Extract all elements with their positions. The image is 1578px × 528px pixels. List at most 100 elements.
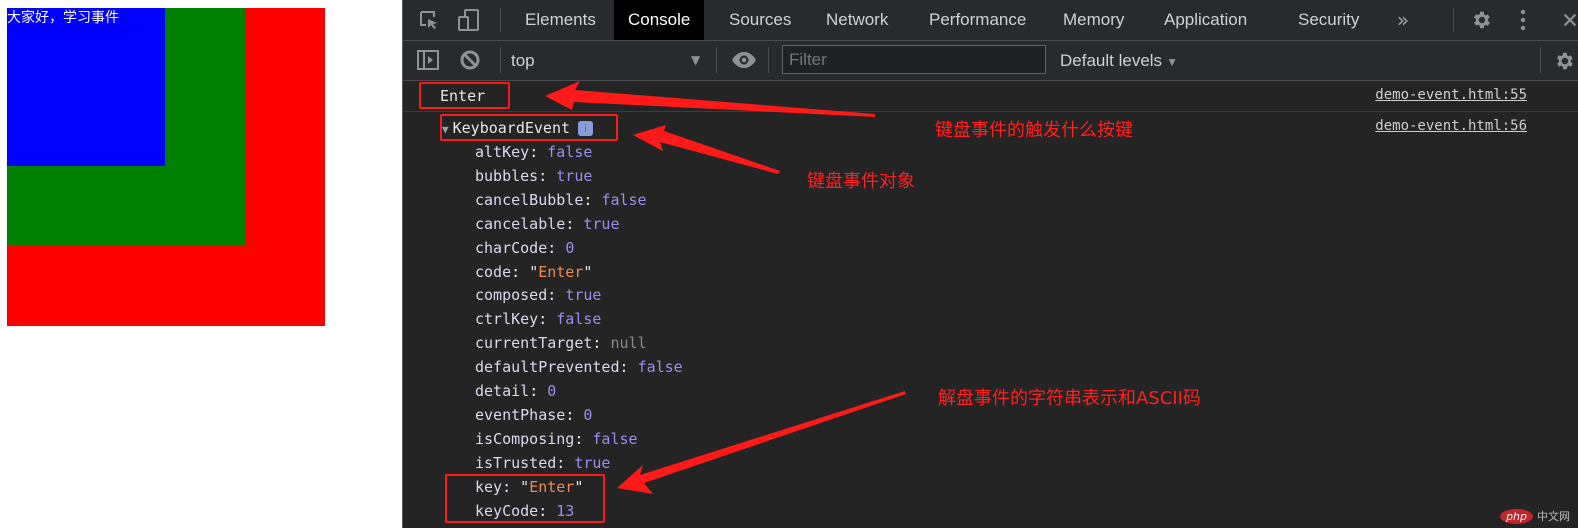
property-value: 0: [547, 382, 557, 400]
property-key: altKey: [475, 143, 530, 161]
property-colon: :: [565, 214, 584, 233]
console-message: Enter demo-event.html:55: [403, 81, 1578, 112]
log-levels-dropdown[interactable]: Default levels ▼: [1060, 41, 1178, 80]
property-row: cancelBubble: false: [475, 188, 647, 212]
separator: [500, 8, 501, 32]
property-row: altKey: false: [475, 140, 592, 164]
property-key: bubbles: [475, 166, 539, 185]
property-colon: :: [538, 310, 557, 329]
property-row: code: "Enter": [475, 260, 592, 284]
live-expression-icon[interactable]: [731, 49, 757, 71]
property-value: false: [556, 310, 602, 329]
tab-sources[interactable]: Sources: [715, 0, 805, 40]
property-colon: :: [547, 286, 566, 305]
property-value: Enter: [538, 262, 584, 281]
annotation-highlight-keyboardevent: [440, 114, 618, 141]
more-tabs-icon[interactable]: »: [1391, 8, 1415, 32]
annotation-highlight-enter: [419, 82, 510, 109]
quote: ": [529, 262, 539, 281]
annotation-highlight-key-keycode: [445, 474, 605, 523]
tab-network[interactable]: Network: [812, 0, 902, 40]
property-key: cancelBubble: [475, 190, 584, 209]
context-selector[interactable]: top: [511, 41, 535, 80]
property-key: composed: [475, 286, 548, 305]
property-key: defaultPrevented: [475, 358, 620, 377]
property-colon: :: [592, 334, 611, 353]
tab-performance[interactable]: Performance: [915, 0, 1040, 40]
property-key: charCode: [475, 238, 548, 257]
console-settings-gear-icon[interactable]: [1553, 49, 1578, 73]
property-row: charCode: 0: [475, 236, 574, 260]
gear-icon[interactable]: [1469, 8, 1493, 32]
property-colon: :: [574, 429, 593, 448]
property-row: defaultPrevented: false: [475, 355, 683, 379]
property-value: false: [592, 429, 638, 448]
property-row: cancelable: true: [475, 212, 620, 236]
property-key: currentTarget: [475, 334, 593, 353]
clear-console-icon[interactable]: [458, 49, 482, 71]
source-link[interactable]: demo-event.html:56: [1375, 118, 1527, 134]
log-levels-label: Default levels: [1060, 51, 1163, 70]
property-row: detail: 0: [475, 379, 556, 403]
property-key: isTrusted: [475, 453, 557, 472]
separator: [1453, 8, 1454, 32]
separator: [1540, 47, 1541, 73]
property-value: null: [610, 334, 647, 353]
property-value: false: [637, 358, 683, 377]
property-colon: :: [547, 238, 566, 257]
property-row: bubbles: true: [475, 164, 592, 188]
property-row: isTrusted: true: [475, 451, 610, 475]
property-key: code: [475, 262, 512, 281]
quote: ": [583, 262, 593, 281]
tab-elements[interactable]: Elements: [511, 0, 610, 40]
property-colon: :: [529, 382, 548, 400]
property-key: isComposing: [475, 429, 575, 448]
property-key: detail: [475, 382, 530, 400]
separator: [716, 47, 717, 73]
property-colon: :: [511, 262, 530, 281]
property-value: true: [583, 214, 620, 233]
tab-console[interactable]: Console: [614, 0, 705, 40]
annotation-note-key-ascii: 解盘事件的字符串表示和ASCII码: [938, 388, 1201, 409]
property-value: true: [556, 166, 593, 185]
console-message: ▼ KeyboardEvent i demo-event.html:56 altKe…: [403, 112, 1578, 528]
context-dropdown-arrow-icon[interactable]: ▼: [691, 53, 700, 67]
property-row: isComposing: false: [475, 427, 638, 451]
property-key: eventPhase: [475, 405, 566, 424]
filter-input[interactable]: [782, 45, 1046, 74]
show-sidebar-icon[interactable]: [416, 49, 440, 71]
watermark: php 中文网: [1500, 508, 1570, 524]
property-key: ctrlKey: [475, 310, 539, 329]
inspect-element-icon[interactable]: [417, 9, 441, 31]
separator: [500, 47, 501, 73]
chevron-down-icon: ▼: [1166, 55, 1178, 69]
property-value: 0: [565, 238, 575, 257]
property-colon: :: [538, 166, 557, 185]
annotation-note-keypress: 键盘事件的触发什么按键: [935, 120, 1133, 141]
console-output: Enter demo-event.html:55 ▼ KeyboardEvent i…: [403, 81, 1578, 528]
devtools-tabbar: Elements Console Sources Network Perform…: [403, 0, 1578, 41]
property-value: false: [601, 190, 647, 209]
separator: [768, 47, 769, 73]
property-colon: :: [529, 143, 548, 161]
property-row: currentTarget: null: [475, 331, 647, 355]
property-value: true: [574, 453, 611, 472]
property-value: true: [565, 286, 602, 305]
page-heading-text: 大家好，学习事件: [7, 10, 119, 26]
property-row: eventPhase: 0: [475, 403, 592, 427]
property-value: 0: [583, 405, 593, 424]
property-colon: :: [619, 358, 638, 377]
kebab-menu-icon[interactable]: [1513, 8, 1533, 32]
device-toolbar-icon[interactable]: [457, 8, 481, 32]
property-row: composed: true: [475, 283, 601, 307]
watermark-logo: php: [1500, 508, 1533, 524]
source-link[interactable]: demo-event.html:55: [1375, 87, 1527, 103]
tab-memory[interactable]: Memory: [1049, 0, 1138, 40]
property-colon: :: [565, 405, 584, 424]
blue-box[interactable]: 大家好，学习事件: [7, 8, 165, 166]
close-icon[interactable]: [1561, 10, 1578, 30]
tab-security[interactable]: Security: [1284, 0, 1373, 40]
annotation-note-event-object: 键盘事件对象: [807, 171, 915, 192]
property-row: ctrlKey: false: [475, 307, 601, 331]
tab-application[interactable]: Application: [1150, 0, 1261, 40]
